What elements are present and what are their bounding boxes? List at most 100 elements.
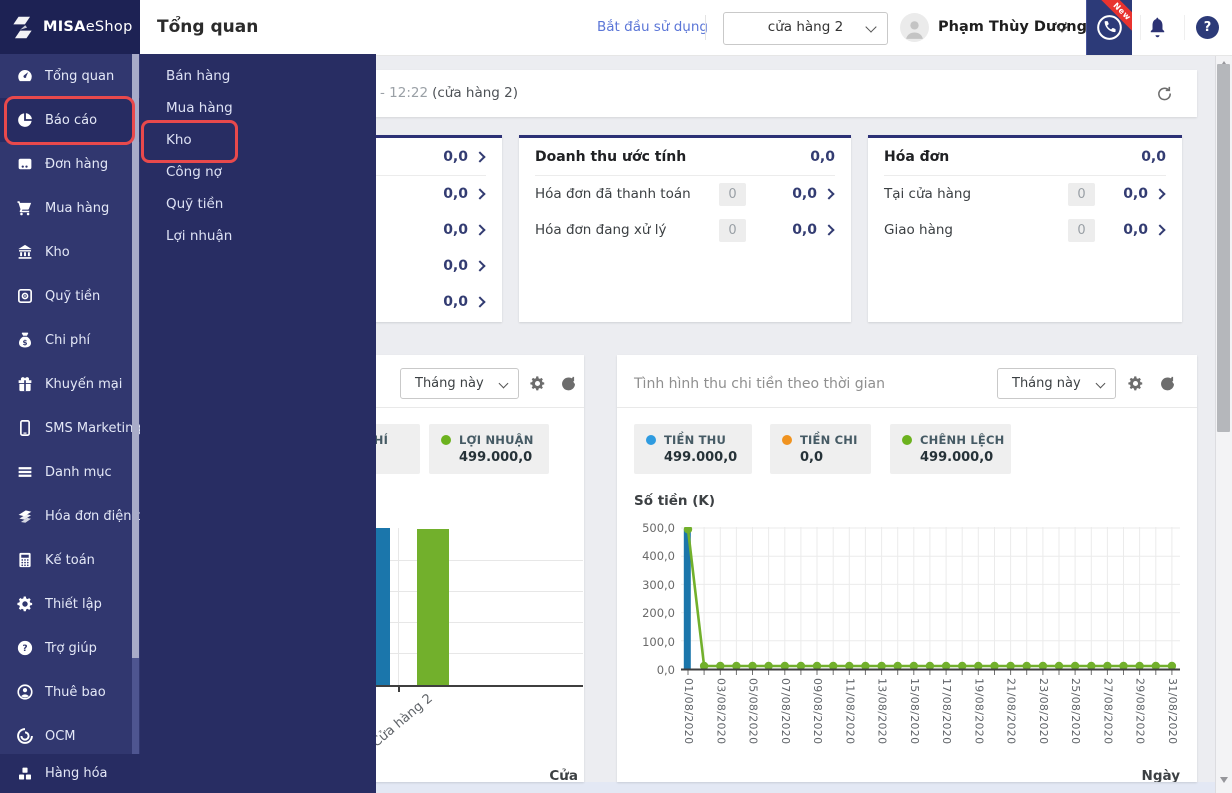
sidebar-item-don-hang[interactable]: Đơn hàng <box>0 142 140 186</box>
refresh-icon[interactable] <box>1156 85 1173 102</box>
legend-label: CHÊNH LỆCH <box>920 433 1004 447</box>
sidebar-item-quy-tien[interactable]: Quỹ tiền <box>0 274 140 318</box>
gear-icon <box>16 595 34 613</box>
scroll-down-arrow-icon[interactable] <box>1220 777 1228 783</box>
safe-icon <box>16 287 34 305</box>
card-title: Doanh thu ước tính <box>535 149 686 165</box>
count-badge: 0 <box>719 183 746 206</box>
sidebar-item-label: Báo cáo <box>45 113 97 128</box>
avatar[interactable] <box>900 13 929 42</box>
sidebar-item-chi-phi[interactable]: $ Chi phí <box>0 318 140 362</box>
sidebar-item-sms-marketing[interactable]: SMS Marketing <box>0 406 140 450</box>
sidebar-item-label: Thuê bao <box>45 685 106 700</box>
invoice-card-rows: Tại cửa hàng00,0Giao hàng00,0 <box>884 176 1166 248</box>
sidebar-item-khuyen-mai[interactable]: Khuyến mại <box>0 362 140 406</box>
chevron-right-icon <box>823 188 834 199</box>
refresh-icon[interactable] <box>1159 375 1176 392</box>
app-logo[interactable]: MISAeShop <box>0 0 140 54</box>
sidebar-item-tro-giup[interactable]: ?Trợ giúp <box>0 626 140 670</box>
legend-dot-icon <box>902 435 912 445</box>
row-label: Giao hàng <box>884 222 1068 238</box>
vertical-scrollbar[interactable] <box>1215 55 1232 793</box>
legend-label: TIỀN CHI <box>800 433 858 447</box>
submenu-item-ban-hang[interactable]: Bán hàng <box>140 60 376 92</box>
pie-chart-icon <box>16 111 34 129</box>
last-updated-time: - 12:22 <box>380 85 428 101</box>
legend-chip-tiền-thu[interactable]: TIỀN THU499.000,0 <box>634 424 752 474</box>
sidebar-item-label: Đơn hàng <box>45 157 108 172</box>
sidebar-item-ke-toan[interactable]: Kế toán <box>0 538 140 582</box>
row-value: 0,0 <box>443 149 468 165</box>
sidebar-item-hoa-don-dien-tu[interactable]: Hóa đơn điện tử <box>0 494 140 538</box>
period-select[interactable]: Tháng này <box>997 368 1116 399</box>
legend-chip-lợi-nhuận[interactable]: LỢI NHUẬN499.000,0 <box>429 424 549 474</box>
scrollbar-thumb[interactable] <box>1217 64 1230 432</box>
submenu-item-kho[interactable]: Kho <box>140 124 376 156</box>
y-axis-tick-label: 400,0 <box>617 549 675 563</box>
sidebar-item-label: Tổng quan <box>45 69 114 84</box>
bell-icon[interactable] <box>1146 16 1169 39</box>
sidebar-item-hang-hoa[interactable]: Hàng hóa <box>0 754 140 793</box>
page-title: Tổng quan <box>157 0 258 55</box>
sidebar: MISAeShop Tổng quan Báo cáo Đơn hàng Mua hà… <box>0 0 140 793</box>
legend-dot-icon <box>441 435 451 445</box>
sidebar-item-label: Quỹ tiền <box>45 289 100 304</box>
submenu-item-label: Quỹ tiền <box>166 196 223 212</box>
gear-icon[interactable] <box>529 375 546 392</box>
swirl-icon <box>16 727 34 745</box>
card-header: Doanh thu ước tính 0,0 <box>535 138 835 176</box>
sidebar-item-kho[interactable]: Kho <box>0 230 140 274</box>
invoice-card: Hóa đơn 0,0 Tại cửa hàng00,0Giao hàng00,… <box>868 135 1182 322</box>
row-value: 0,0 <box>443 186 468 202</box>
sidebar-item-label: Kế toán <box>45 553 95 568</box>
legend-value: 499.000,0 <box>902 450 999 465</box>
chevron-down-icon <box>499 379 509 389</box>
sidebar-item-ocm[interactable]: OCM <box>0 714 140 758</box>
gear-icon[interactable] <box>1127 375 1144 392</box>
money-bag-icon: $ <box>16 331 34 349</box>
legend-chip-tiền-chi[interactable]: TIỀN CHI0,0 <box>770 424 871 474</box>
gift-icon <box>16 375 34 393</box>
card-row[interactable]: Hóa đơn đã thanh toán00,0 <box>535 176 835 212</box>
legend-chip-chênh-lệch[interactable]: CHÊNH LỆCH 499.000,0 <box>890 424 1011 474</box>
x-axis-tick-label: 11/08/2020 <box>843 678 856 762</box>
sidebar-menu: Tổng quan Báo cáo Đơn hàng Mua hàng Kho Quỹ t… <box>0 54 140 758</box>
get-started-link[interactable]: Bắt đầu sử dụng <box>597 0 708 55</box>
submenu-item-quy-tien[interactable]: Quỹ tiền <box>140 188 376 220</box>
submenu-item-loi-nhuan[interactable]: Lợi nhuận <box>140 220 376 252</box>
card-row[interactable]: Giao hàng00,0 <box>884 212 1166 248</box>
sidebar-item-label: Chi phí <box>45 333 90 348</box>
help-icon[interactable]: ? <box>1196 16 1219 39</box>
sidebar-item-label: Kho <box>45 245 70 260</box>
card-row[interactable]: Hóa đơn đang xử lý00,0 <box>535 212 835 248</box>
submenu-item-cong-no[interactable]: Công nợ <box>140 156 376 188</box>
sidebar-item-bao-cao[interactable]: Báo cáo <box>0 98 140 142</box>
time-chart-panel: Tình hình thu chi tiền theo thời gian Th… <box>617 355 1197 782</box>
row-value: 0,0 <box>443 258 468 274</box>
refresh-icon[interactable] <box>560 375 577 392</box>
sidebar-item-tong-quan[interactable]: Tổng quan <box>0 54 140 98</box>
row-label: Tại cửa hàng <box>884 186 1068 202</box>
misa-logo-icon <box>9 14 36 41</box>
sidebar-scrollbar-thumb[interactable] <box>132 54 139 658</box>
store-selector[interactable]: cửa hàng 2 <box>723 12 888 45</box>
card-row[interactable]: Tại cửa hàng00,0 <box>884 176 1166 212</box>
sidebar-item-mua-hang[interactable]: Mua hàng <box>0 186 140 230</box>
order-box-icon <box>16 155 34 173</box>
submenu-item-mua-hang[interactable]: Mua hàng <box>140 92 376 124</box>
revenue-card-rows: Hóa đơn đã thanh toán00,0Hóa đơn đang xử… <box>535 176 835 248</box>
sidebar-item-label: Hóa đơn điện tử <box>45 509 140 524</box>
period-select[interactable]: Tháng này <box>400 368 519 399</box>
sidebar-item-danh-muc[interactable]: Danh mục <box>0 450 140 494</box>
store-selector-value: cửa hàng 2 <box>768 19 843 35</box>
legend-dot-icon <box>646 435 656 445</box>
hotline-phone-tile[interactable]: New <box>1086 0 1132 55</box>
row-value: 0,0 <box>1123 222 1148 238</box>
y-axis-tick-label: 300,0 <box>617 578 675 592</box>
sidebar-item-label: Hàng hóa <box>45 766 108 781</box>
submenu-item-label: Bán hàng <box>166 68 230 84</box>
sidebar-item-thue-bao[interactable]: Thuê bao <box>0 670 140 714</box>
sidebar-item-thiet-lap[interactable]: Thiết lập <box>0 582 140 626</box>
time-chart-svg <box>681 527 1180 675</box>
calculator-icon <box>16 551 34 569</box>
